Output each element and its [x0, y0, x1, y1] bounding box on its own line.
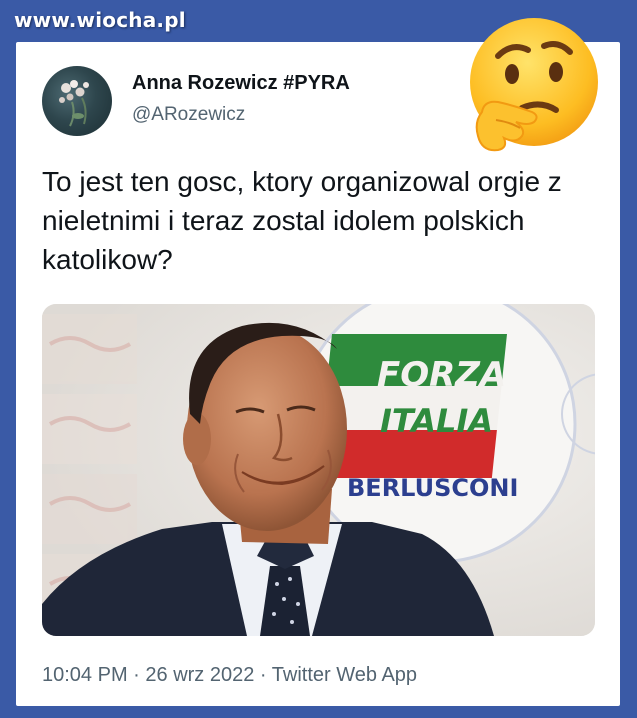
tweet-date[interactable]: 26 wrz 2022	[145, 664, 254, 686]
avatar[interactable]	[42, 66, 112, 136]
thinking-face-icon	[462, 16, 600, 156]
meta-separator: ·	[127, 664, 146, 686]
logo-text-forza: FORZA	[377, 355, 506, 395]
tweet-text: To jest ten gosc, ktory organizowal orgi…	[42, 166, 562, 275]
photo-illustration: FORZA ITALIA BERLUSCONI	[42, 304, 595, 636]
tweet-meta: 10:04 PM · 26 wrz 2022 · Twitter Web App	[42, 664, 417, 687]
author-name[interactable]: Anna Rozewicz #PYRA	[132, 72, 350, 95]
tweet-source[interactable]: Twitter Web App	[272, 664, 417, 686]
meta-separator: ·	[254, 664, 272, 686]
logo-text-berlusconi: BERLUSCONI	[347, 474, 518, 502]
watermark: www.wiocha.pl	[14, 8, 186, 32]
author-handle[interactable]: @ARozewicz	[132, 104, 245, 126]
tweet-time[interactable]: 10:04 PM	[42, 664, 128, 686]
logo-text-italia: ITALIA	[380, 402, 493, 440]
avatar-image	[59, 80, 89, 127]
tweet-photo[interactable]: FORZA ITALIA BERLUSCONI	[42, 304, 595, 636]
